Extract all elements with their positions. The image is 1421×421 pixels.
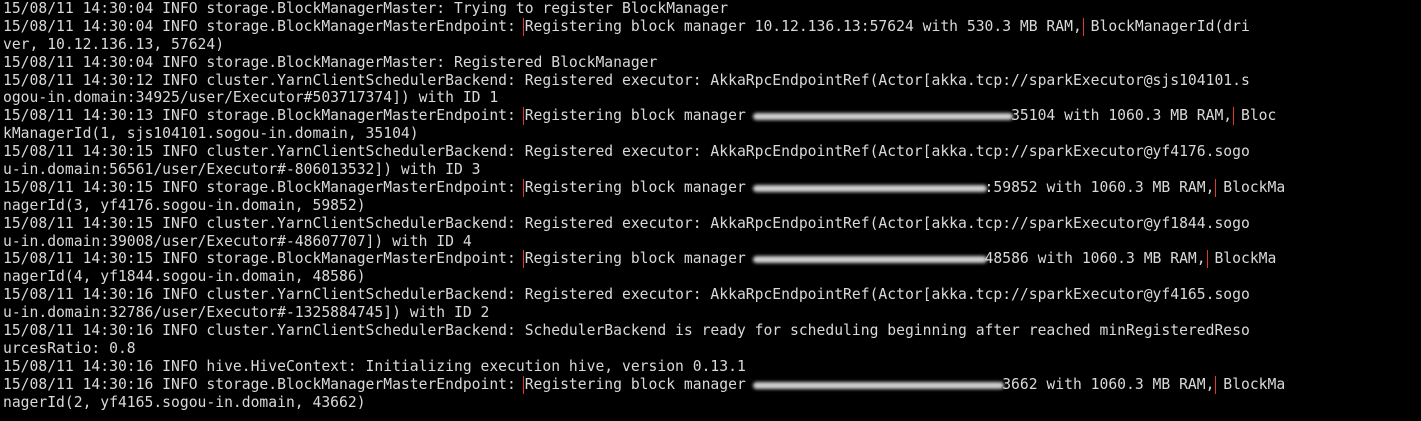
log-text: 15/08/11 14:30:16 INFO storage.BlockMana… (3, 375, 525, 393)
log-text: Registering block manager (524, 107, 755, 125)
log-text: u-in.domain:39008/user/Executor#-4860770… (3, 232, 472, 250)
log-text: Registering block manager (524, 250, 755, 268)
log-text: 15/08/11 14:30:04 INFO storage.BlockMana… (3, 0, 729, 17)
log-text: 48586 with 1060.3 MB RAM, (984, 250, 1206, 268)
log-text: BlockMa (1205, 250, 1277, 268)
log-text: Registering block manager (524, 375, 755, 393)
log-line: 15/08/11 14:30:04 INFO storage.BlockMana… (3, 0, 1421, 18)
log-text: BlockManagerId(dri (1081, 17, 1250, 35)
highlight-box: Registering block manager :59852 with 10… (522, 178, 1217, 197)
log-text: 15/08/11 14:30:15 INFO cluster.YarnClien… (3, 143, 1250, 161)
highlight-box: Registering block manager 35104 with 106… (522, 107, 1235, 126)
log-text: 15/08/11 14:30:16 INFO cluster.YarnClien… (3, 322, 1250, 340)
log-line: nagerId(2, yf4165.sogou-in.domain, 43662… (3, 394, 1421, 412)
log-line: kManagerId(1, sjs104101.sogou-in.domain,… (3, 125, 1421, 143)
log-text: BlockMa (1214, 375, 1286, 393)
log-text: ogou-in.domain:34925/user/Executor#50371… (3, 89, 499, 107)
log-line: 15/08/11 14:30:15 INFO storage.BlockMana… (3, 178, 1421, 197)
log-text: nagerId(2, yf4165.sogou-in.domain, 43662… (3, 393, 366, 411)
highlighted-log-text: Registering block manager 10.12.136.13:5… (522, 17, 1084, 36)
log-text: 15/08/11 14:30:13 INFO storage.BlockMana… (3, 107, 525, 125)
log-text: nagerId(4, yf1844.sogou-in.domain, 48586… (3, 268, 366, 286)
redacted-hostname (755, 107, 1011, 125)
log-text: nagerId(3, yf4176.sogou-in.domain, 59852… (3, 196, 366, 214)
log-line: 15/08/11 14:30:16 INFO cluster.YarnClien… (3, 322, 1421, 340)
log-text: 15/08/11 14:30:15 INFO storage.BlockMana… (3, 178, 525, 196)
log-text: 15/08/11 14:30:16 INFO hive.HiveContext:… (3, 357, 746, 375)
log-line: ogou-in.domain:34925/user/Executor#50371… (3, 89, 1421, 107)
log-line: 15/08/11 14:30:15 INFO storage.BlockMana… (3, 250, 1421, 269)
log-text: u-in.domain:56561/user/Executor#-8060135… (3, 161, 481, 179)
log-text: 15/08/11 14:30:16 INFO cluster.YarnClien… (3, 286, 1250, 304)
log-line: 15/08/11 14:30:16 INFO hive.HiveContext:… (3, 358, 1421, 376)
log-text: ver, 10.12.136.13, 57624) (3, 35, 225, 53)
log-line: nagerId(3, yf4176.sogou-in.domain, 59852… (3, 197, 1421, 215)
log-line: nagerId(4, yf1844.sogou-in.domain, 48586… (3, 268, 1421, 286)
log-line: 15/08/11 14:30:12 INFO cluster.YarnClien… (3, 72, 1421, 90)
highlight-box: Registering block manager 3662 with 1060… (522, 375, 1217, 394)
log-line: 15/08/11 14:30:15 INFO cluster.YarnClien… (3, 215, 1421, 233)
log-line: 15/08/11 14:30:15 INFO cluster.YarnClien… (3, 143, 1421, 161)
terminal-window[interactable]: 15/08/11 14:30:04 INFO storage.BlockMana… (0, 0, 1421, 421)
log-text: 15/08/11 14:30:15 INFO cluster.YarnClien… (3, 214, 1250, 232)
redacted-hostname (755, 250, 985, 268)
log-text: kManagerId(1, sjs104101.sogou-in.domain,… (3, 125, 419, 143)
log-line: u-in.domain:39008/user/Executor#-4860770… (3, 233, 1421, 251)
log-text: 15/08/11 14:30:12 INFO cluster.YarnClien… (3, 71, 1250, 89)
log-text: :59852 with 1060.3 MB RAM, (984, 178, 1215, 196)
log-line: 15/08/11 14:30:04 INFO storage.BlockMana… (3, 17, 1421, 36)
log-text: BlockMa (1214, 178, 1286, 196)
redacted-hostname (755, 179, 985, 197)
log-text: urcesRatio: 0.8 (3, 339, 136, 357)
log-line: ver, 10.12.136.13, 57624) (3, 36, 1421, 54)
log-text: 35104 with 1060.3 MB RAM, (1011, 107, 1233, 125)
log-line: u-in.domain:56561/user/Executor#-8060135… (3, 161, 1421, 179)
redacted-hostname (755, 376, 1003, 394)
highlight-box: Registering block manager 48586 with 106… (522, 250, 1208, 269)
log-text: 15/08/11 14:30:04 INFO storage.BlockMana… (3, 53, 658, 71)
log-line: 15/08/11 14:30:13 INFO storage.BlockMana… (3, 107, 1421, 126)
log-text: Bloc (1232, 107, 1277, 125)
log-line: urcesRatio: 0.8 (3, 340, 1421, 358)
log-text: 15/08/11 14:30:15 INFO storage.BlockMana… (3, 250, 525, 268)
log-line: 15/08/11 14:30:04 INFO storage.BlockMana… (3, 54, 1421, 72)
log-line: 15/08/11 14:30:16 INFO cluster.YarnClien… (3, 286, 1421, 304)
log-text: u-in.domain:32786/user/Executor#-1325884… (3, 304, 490, 322)
log-line: u-in.domain:32786/user/Executor#-1325884… (3, 304, 1421, 322)
log-line: 15/08/11 14:30:16 INFO storage.BlockMana… (3, 375, 1421, 394)
log-text: 15/08/11 14:30:04 INFO storage.BlockMana… (3, 17, 525, 35)
log-text: 3662 with 1060.3 MB RAM, (1002, 375, 1215, 393)
log-text: Registering block manager (524, 178, 755, 196)
